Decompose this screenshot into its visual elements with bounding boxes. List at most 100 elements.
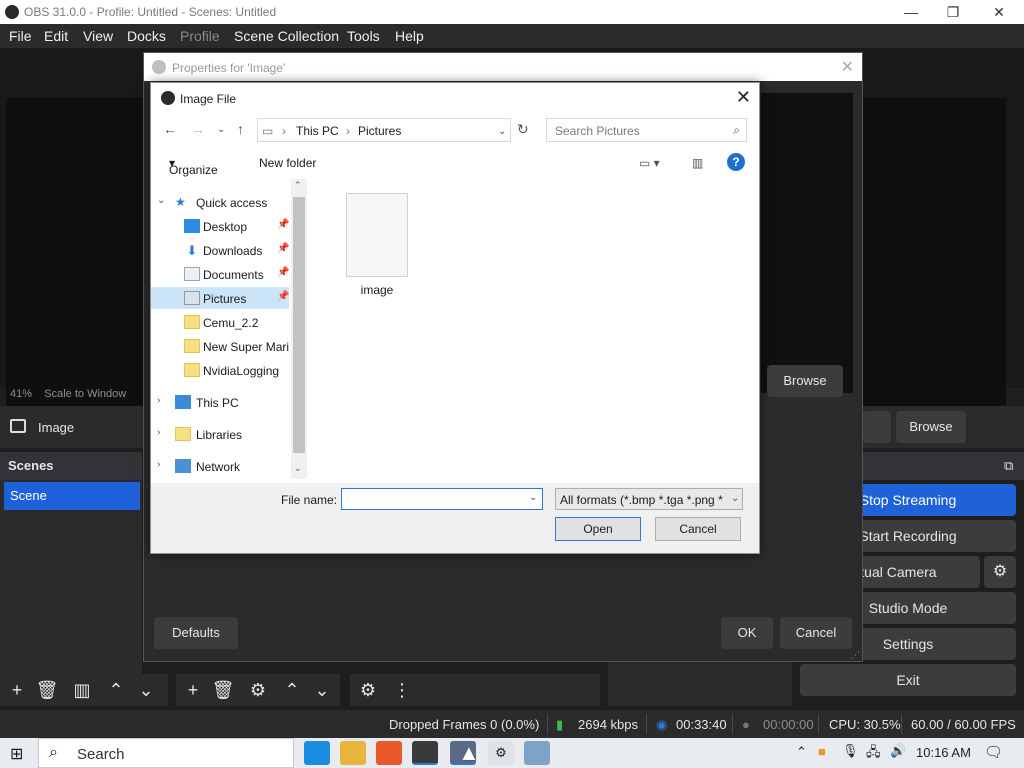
nav-pictures[interactable]: Pictures 📌: [151, 287, 289, 309]
cpu-usage: CPU: 30.5%: [829, 717, 901, 732]
source-properties-icon[interactable]: ⚙: [246, 679, 270, 701]
nav-quick-access[interactable]: ⌄ ★ Quick access: [151, 191, 291, 213]
file-name-input[interactable]: [341, 488, 543, 510]
nav-cemu-label: Cemu_2.2: [203, 316, 259, 330]
minimize-button[interactable]: —: [888, 2, 934, 22]
nav-new-super-mario[interactable]: New Super Mario: [151, 335, 289, 357]
menu-scene-collection[interactable]: Scene Collection: [234, 28, 339, 44]
navigation-scrollbar[interactable]: ⌃ ⌄: [291, 179, 307, 479]
nav-this-pc[interactable]: › This PC: [151, 391, 291, 413]
nav-downloads[interactable]: ⬇ Downloads 📌: [151, 239, 290, 261]
expand-chevron-icon[interactable]: ⌄: [157, 195, 165, 206]
address-bar[interactable]: ▭ › This PC › Pictures ⌄: [257, 118, 511, 142]
file-dialog-cancel-button[interactable]: Cancel: [655, 517, 741, 541]
taskbar-search[interactable]: ⌕ Search: [38, 738, 294, 768]
close-button[interactable]: ✕: [976, 2, 1022, 22]
breadcrumb-pictures[interactable]: Pictures: [358, 124, 401, 138]
audio-settings-icon[interactable]: ⚙: [356, 679, 380, 701]
network-app-icon[interactable]: [524, 741, 550, 765]
properties-close-icon[interactable]: ✕: [841, 57, 854, 77]
menu-docks[interactable]: Docks: [127, 28, 166, 44]
properties-title: Properties for 'Image': [172, 61, 286, 75]
scroll-up-icon[interactable]: ⌃: [294, 180, 302, 191]
source-down-icon[interactable]: ⌄: [310, 679, 334, 701]
recent-locations-icon[interactable]: ⌄: [217, 124, 225, 135]
restore-button[interactable]: ❐: [930, 2, 976, 22]
tray-app-icon[interactable]: ■: [818, 744, 826, 759]
scrollbar-thumb[interactable]: [293, 197, 305, 453]
open-button[interactable]: Open: [555, 517, 641, 541]
back-arrow-icon[interactable]: ←: [163, 121, 177, 137]
start-windows-icon[interactable]: ⊞: [10, 744, 23, 764]
nav-cemu[interactable]: Cemu_2.2: [151, 311, 289, 333]
up-arrow-icon[interactable]: ↑: [237, 121, 244, 137]
exit-button[interactable]: Exit: [800, 664, 1016, 696]
more-options-icon[interactable]: ⋮: [390, 679, 414, 701]
properties-cancel-button[interactable]: Cancel: [780, 617, 852, 649]
firefox-icon[interactable]: [376, 741, 402, 765]
menu-profile[interactable]: Profile: [180, 28, 220, 44]
breadcrumb-this-pc[interactable]: This PC: [296, 124, 339, 138]
file-name-dropdown-icon[interactable]: ⌄: [529, 492, 537, 503]
remove-source-icon[interactable]: 🗑: [211, 679, 235, 701]
nav-network[interactable]: › Network: [151, 455, 291, 477]
undock-icon[interactable]: ⧉: [1004, 458, 1013, 474]
nav-desktop[interactable]: Desktop 📌: [151, 215, 289, 237]
nav-nvidialogging[interactable]: NvidiaLogging: [151, 359, 289, 381]
remove-scene-icon[interactable]: 🗑: [35, 679, 59, 701]
properties-browse-button[interactable]: Browse: [767, 365, 843, 397]
add-source-icon[interactable]: +: [181, 679, 205, 701]
mouse-cursor-icon: ▲: [458, 740, 480, 765]
network-icon[interactable]: 🖧: [866, 743, 881, 765]
nav-libraries[interactable]: › Libraries: [151, 423, 291, 445]
expand-chevron-icon[interactable]: ›: [157, 427, 160, 438]
add-scene-icon[interactable]: +: [5, 679, 29, 701]
settings-taskbar-icon[interactable]: ⚙: [488, 741, 514, 765]
properties-titlebar: Properties for 'Image' ✕: [144, 53, 862, 81]
file-type-select[interactable]: All formats (*.bmp *.tga *.png *: [555, 488, 743, 510]
move-down-icon[interactable]: ⌄: [134, 679, 158, 701]
nav-documents[interactable]: Documents 📌: [151, 263, 289, 285]
menu-file[interactable]: File: [9, 28, 32, 44]
source-property-button[interactable]: [863, 411, 891, 443]
file-type-dropdown-icon[interactable]: ⌄: [731, 493, 739, 504]
expand-chevron-icon[interactable]: ›: [157, 459, 160, 470]
resize-grip-icon[interactable]: ⋰: [851, 650, 860, 661]
source-browse-button[interactable]: Browse: [896, 411, 966, 443]
menu-help[interactable]: Help: [395, 28, 424, 44]
scene-list-item[interactable]: Scene: [4, 482, 140, 510]
nav-this-pc-label: This PC: [196, 396, 239, 410]
virtual-camera-settings-icon[interactable]: ⚙: [984, 556, 1016, 588]
tray-chevron-icon[interactable]: ⌃: [796, 744, 807, 760]
pin-icon: 📌: [277, 219, 290, 230]
menu-view[interactable]: View: [83, 28, 113, 44]
source-up-icon[interactable]: ⌃: [280, 679, 304, 701]
file-item[interactable]: image: [344, 193, 410, 297]
preview-pane-icon[interactable]: ▥: [692, 156, 703, 170]
address-dropdown-icon[interactable]: ⌄: [498, 126, 506, 137]
edge-icon[interactable]: [304, 741, 330, 765]
help-icon[interactable]: ?: [727, 153, 745, 171]
zoom-percent: 41%: [10, 388, 33, 400]
expand-chevron-icon[interactable]: ›: [157, 395, 160, 406]
obs-taskbar-icon[interactable]: [412, 741, 438, 765]
scene-filters-icon[interactable]: ▥: [70, 679, 94, 701]
forward-arrow-icon[interactable]: →: [191, 121, 205, 137]
menu-edit[interactable]: Edit: [44, 28, 68, 44]
microphone-icon[interactable]: 🎙: [842, 743, 859, 759]
notifications-icon[interactable]: 🗨: [984, 743, 1003, 761]
new-folder-button[interactable]: New folder: [259, 156, 316, 170]
scroll-down-icon[interactable]: ⌄: [294, 463, 302, 474]
search-box[interactable]: Search Pictures ⌕: [546, 118, 747, 142]
change-view-icon[interactable]: ▭ ▾: [639, 156, 660, 170]
organize-button[interactable]: Organize ▾: [169, 156, 218, 177]
move-up-icon[interactable]: ⌃: [104, 679, 128, 701]
ok-button[interactable]: OK: [721, 617, 773, 649]
volume-icon[interactable]: 🔊: [890, 743, 906, 759]
file-dialog-close-icon[interactable]: ✕: [736, 87, 751, 108]
file-explorer-icon[interactable]: [340, 741, 366, 765]
menu-tools[interactable]: Tools: [347, 28, 380, 44]
taskbar-clock[interactable]: 10:16 AM: [916, 745, 971, 760]
defaults-button[interactable]: Defaults: [154, 617, 238, 649]
refresh-icon[interactable]: ↻: [517, 121, 529, 138]
